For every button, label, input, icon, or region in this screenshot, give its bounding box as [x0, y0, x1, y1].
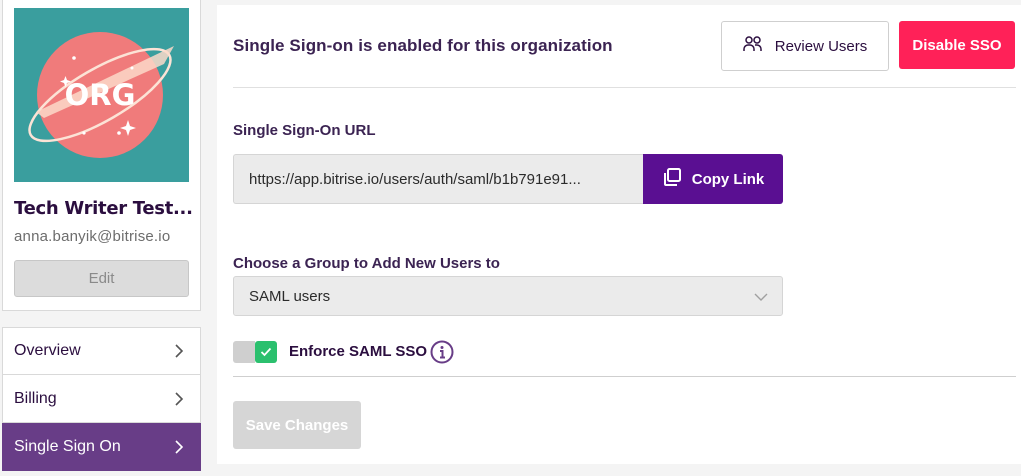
nav-item-label: Overview [14, 342, 81, 359]
chevron-down-icon [754, 288, 768, 305]
group-select-value: SAML users [249, 287, 331, 305]
nav-item-label: Billing [14, 389, 57, 407]
info-icon[interactable] [430, 340, 454, 364]
copy-link-label: Copy Link [691, 170, 765, 188]
toggle-track [233, 341, 255, 363]
org-avatar: ORG [14, 8, 189, 182]
copy-link-button[interactable]: Copy Link [643, 154, 783, 204]
sso-url-label: Single Sign-On URL [233, 122, 376, 139]
svg-text:ORG: ORG [65, 78, 136, 112]
chevron-right-icon [174, 438, 188, 456]
org-logo-icon: ORG [28, 32, 174, 158]
enforce-saml-toggle[interactable] [233, 341, 277, 363]
nav-item-label: Single Sign On [14, 437, 121, 455]
review-users-label: Review Users [774, 37, 868, 55]
edit-button[interactable]: Edit [14, 260, 189, 297]
chevron-right-icon [174, 342, 188, 360]
checkmark-icon [255, 341, 277, 363]
save-changes-button[interactable]: Save Changes [233, 401, 361, 449]
review-users-button[interactable]: Review Users [721, 21, 889, 71]
sso-settings-panel: Single Sign-on is enabled for this organ… [217, 5, 1021, 464]
group-select[interactable]: SAML users [233, 276, 783, 316]
users-icon [742, 35, 763, 57]
nav-item-billing[interactable]: Billing [2, 375, 201, 423]
settings-nav: Overview Billing Single Sign On [2, 327, 201, 471]
group-select-label: Choose a Group to Add New Users to [233, 255, 500, 272]
chevron-right-icon [174, 390, 188, 408]
divider [233, 87, 1016, 88]
disable-sso-button[interactable]: Disable SSO [899, 21, 1015, 69]
page-title: Single Sign-on is enabled for this organ… [233, 36, 613, 55]
copy-icon [662, 167, 682, 191]
org-profile-card: ORG Tech Writer Test... anna.banyik@bitr… [2, 0, 201, 311]
nav-item-single-sign-on[interactable]: Single Sign On [2, 423, 201, 471]
org-name: Tech Writer Test... [14, 198, 193, 219]
org-email: anna.banyik@bitrise.io [14, 228, 171, 245]
sso-url-field[interactable]: https://app.bitrise.io/users/auth/saml/b… [233, 154, 643, 204]
divider [233, 376, 1016, 377]
nav-item-overview[interactable]: Overview [2, 327, 201, 375]
enforce-saml-label: Enforce SAML SSO [289, 343, 428, 360]
